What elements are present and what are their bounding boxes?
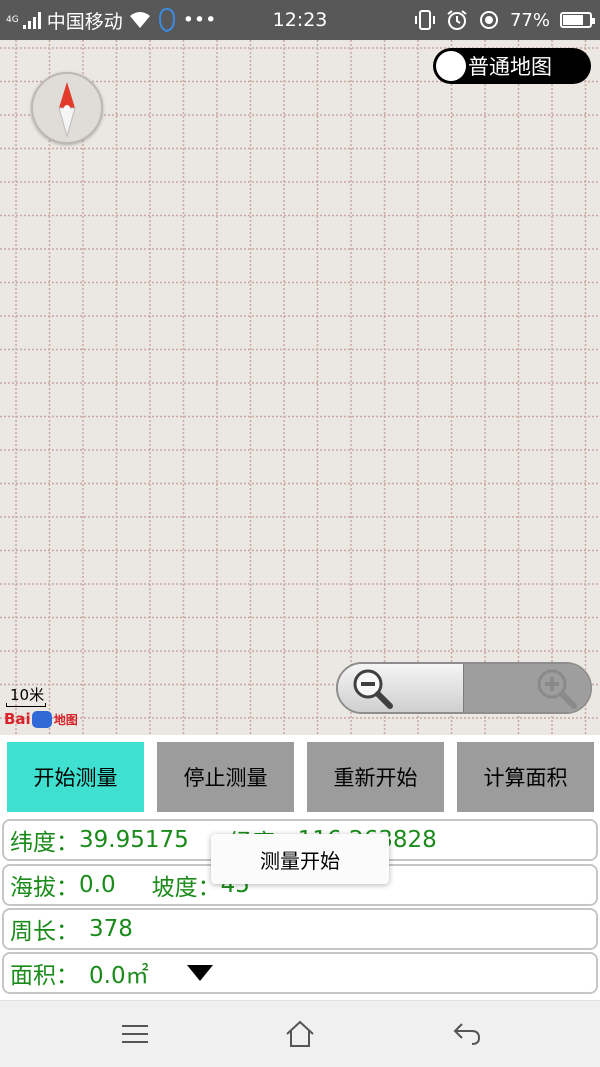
status-right: 77% xyxy=(414,0,595,40)
map-view[interactable]: 普通地图 10米 Bai 地图 xyxy=(0,40,600,735)
baidu-logo: Bai 地图 xyxy=(4,710,78,728)
perimeter-label: 周长： xyxy=(10,919,79,945)
scale-bar xyxy=(6,703,46,707)
status-bar: 4G 中国移动 ••• 12:23 77% xyxy=(0,0,600,40)
vibrate-icon xyxy=(414,10,435,30)
zoom-out-button[interactable] xyxy=(338,664,464,712)
area-label: 面积： xyxy=(10,963,79,989)
stop-measure-button[interactable]: 停止测量 xyxy=(157,742,294,812)
navigation-bar xyxy=(0,1000,600,1067)
home-button[interactable] xyxy=(275,1011,325,1057)
baidu-paw-icon xyxy=(31,710,52,728)
dropdown-arrow-icon[interactable] xyxy=(186,965,213,981)
toggle-knob xyxy=(436,51,466,81)
restart-button[interactable]: 重新开始 xyxy=(307,742,444,812)
alarm-icon xyxy=(447,10,467,30)
perimeter-row: 周长： 378 xyxy=(2,908,598,950)
back-icon xyxy=(453,1023,481,1045)
battery-percent: 77% xyxy=(509,9,550,31)
zoom-controls xyxy=(336,662,592,714)
location-icon xyxy=(479,11,498,29)
start-measure-button[interactable]: 开始测量 xyxy=(7,742,144,812)
menu-button[interactable] xyxy=(110,1011,160,1057)
logo-suffix: 地图 xyxy=(53,712,78,727)
zoom-in-icon xyxy=(537,669,577,709)
zoom-out-icon xyxy=(353,669,393,709)
latitude-label: 纬度： xyxy=(10,830,79,856)
area-row: 面积： 0.0㎡ xyxy=(2,952,598,994)
logo-text: Bai xyxy=(4,710,31,728)
altitude-value: 0.0 xyxy=(79,872,116,898)
map-type-toggle[interactable]: 普通地图 xyxy=(433,48,591,84)
compass-icon[interactable] xyxy=(31,72,103,144)
map-type-label: 普通地图 xyxy=(468,55,552,79)
battery-icon xyxy=(560,12,595,28)
back-button[interactable] xyxy=(442,1011,492,1057)
area-value: 0.0㎡ xyxy=(89,963,149,989)
altitude-label: 海拔： xyxy=(10,875,79,901)
toast-message: 测量开始 xyxy=(211,834,389,884)
latitude-value: 39.95175 xyxy=(79,827,189,853)
perimeter-value: 378 xyxy=(89,916,133,942)
menu-icon xyxy=(122,1025,148,1043)
map-grid xyxy=(0,40,600,735)
action-button-row: 开始测量 停止测量 重新开始 计算面积 xyxy=(0,735,600,819)
home-icon xyxy=(286,1020,314,1047)
zoom-in-button[interactable] xyxy=(464,664,590,712)
calculate-area-button[interactable]: 计算面积 xyxy=(457,742,594,812)
scale-label: 10米 xyxy=(10,686,45,704)
